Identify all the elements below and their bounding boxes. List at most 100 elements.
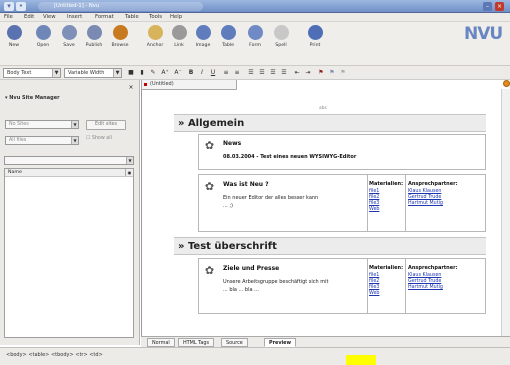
close-icon[interactable]: × <box>127 84 135 92</box>
anchor-button[interactable]: Anchor <box>143 23 167 58</box>
document-tab[interactable]: (Untitled) <box>141 80 237 90</box>
menu-file[interactable]: File <box>4 13 13 22</box>
save-icon <box>61 25 77 40</box>
news-detail-card[interactable]: ✿ Was ist Neu ? Ein neuer Editor der all… <box>198 174 486 232</box>
bullet-list-button[interactable]: ≡ <box>221 68 231 78</box>
web-link[interactable]: Web <box>369 207 379 212</box>
indent-button[interactable]: ⇥ <box>303 68 313 78</box>
image-button[interactable]: Image <box>191 23 215 58</box>
status-indicator-icon <box>503 80 510 87</box>
tab-html-tags[interactable]: HTML Tags <box>178 338 214 347</box>
filter-select[interactable]: All files ▼ <box>5 136 79 145</box>
table-marker: abs <box>319 106 327 111</box>
tab-normal[interactable]: Normal <box>147 338 175 347</box>
contact-link[interactable]: Klaus Klausen <box>408 189 441 194</box>
goals-card[interactable]: ✿ Ziele und Presse Unsere Arbeitsgruppe … <box>198 258 486 314</box>
contact-link[interactable]: Gertrud Trude <box>408 279 441 284</box>
site-select[interactable]: No Sites ▼ <box>5 120 79 129</box>
save-button[interactable]: Save <box>57 23 81 58</box>
title-bar: ▾ • [Untitled-1] - Nvu – × <box>0 0 510 13</box>
contact-link[interactable]: Gertrud Trude <box>408 195 441 200</box>
minimize-button[interactable]: – <box>483 2 492 11</box>
table-button[interactable]: Table <box>216 23 240 58</box>
file-link[interactable]: file3 <box>369 201 379 206</box>
spell-icon <box>273 25 289 40</box>
news-card[interactable]: ✿ News 08.03.2004 - Test eines neuen WYS… <box>198 134 486 170</box>
flag-icon[interactable]: ⚑ <box>316 68 326 78</box>
browse-button[interactable]: Browse <box>108 23 132 58</box>
align-left-button[interactable]: ☰ <box>246 68 256 78</box>
contact-link[interactable]: Hartmut Mutig <box>408 285 443 290</box>
section-heading[interactable]: » Allgemein <box>174 114 486 132</box>
bold-button[interactable]: B <box>186 68 196 78</box>
flag-icon-3[interactable]: ⚑ <box>338 68 348 78</box>
menu-format[interactable]: Format <box>95 13 114 22</box>
open-button[interactable]: Open <box>31 23 55 58</box>
tab-source[interactable]: Source <box>221 338 248 347</box>
list-options-icon[interactable]: ▣ <box>125 169 133 176</box>
edit-sites-button[interactable]: Edit sites <box>86 120 126 130</box>
image-icon <box>195 25 211 40</box>
butterfly-icon: ✿ <box>204 139 215 152</box>
menu-insert[interactable]: Insert <box>67 13 82 22</box>
list-header: Name ▣ <box>5 169 133 177</box>
file-link[interactable]: file2 <box>369 279 379 284</box>
close-button[interactable]: × <box>495 2 504 11</box>
highlight-button[interactable]: ▮ <box>137 68 147 78</box>
font-larger-button[interactable]: A⁺ <box>160 68 170 78</box>
text-color-button[interactable]: ■ <box>126 68 136 78</box>
font-select[interactable]: Variable Width ▼ <box>64 68 122 78</box>
publish-button[interactable]: Publish <box>82 23 106 58</box>
flag-icon-2[interactable]: ⚑ <box>327 68 337 78</box>
status-bar: <body> <table> <tbody> <tr> <td> <box>0 347 510 365</box>
menu-view[interactable]: View <box>43 13 56 22</box>
italic-button[interactable]: I <box>197 68 207 78</box>
menu-table[interactable]: Table <box>125 13 139 22</box>
print-button[interactable]: Print <box>303 23 327 58</box>
menu-help[interactable]: Help <box>170 13 182 22</box>
dropdown-arrow-icon: ▼ <box>71 137 78 144</box>
link-button[interactable]: Link <box>167 23 191 58</box>
butterfly-icon: ✿ <box>204 264 215 277</box>
link-icon <box>171 25 187 40</box>
browse-icon <box>112 25 128 40</box>
underline-button[interactable]: U <box>208 68 218 78</box>
site-file-list[interactable]: Name ▣ <box>4 168 134 338</box>
anchor-icon <box>147 25 163 40</box>
contact-link[interactable]: Hartmut Mutig <box>408 201 443 206</box>
new-button[interactable]: New <box>2 23 26 58</box>
section-heading[interactable]: » Test überschrift <box>174 237 486 255</box>
file-link[interactable]: file1 <box>369 189 379 194</box>
highlight-marker <box>346 355 376 365</box>
file-link[interactable]: file1 <box>369 273 379 278</box>
folder-select[interactable]: ▼ <box>4 156 134 165</box>
tab-preview[interactable]: Preview <box>264 338 297 347</box>
pin-button[interactable]: • <box>16 2 26 11</box>
menu-edit[interactable]: Edit <box>24 13 34 22</box>
menu-tools[interactable]: Tools <box>149 13 162 22</box>
dropdown-arrow-icon: ▼ <box>113 69 121 77</box>
file-link[interactable]: file2 <box>369 195 379 200</box>
new-icon <box>6 25 22 40</box>
vertical-scrollbar[interactable] <box>501 89 510 336</box>
align-center-button[interactable]: ☰ <box>257 68 267 78</box>
outdent-button[interactable]: ⇤ <box>292 68 302 78</box>
butterfly-icon: ✿ <box>204 180 215 193</box>
show-all-checkbox[interactable]: ☐ Show all <box>86 136 112 141</box>
form-button[interactable]: Form <box>243 23 267 58</box>
align-right-button[interactable]: ☰ <box>268 68 278 78</box>
print-icon <box>307 25 323 40</box>
web-link[interactable]: Web <box>369 291 379 296</box>
paragraph-style-select[interactable]: Body Text ▼ <box>3 68 61 78</box>
window-menu-button[interactable]: ▾ <box>4 2 14 11</box>
file-link[interactable]: file3 <box>369 285 379 290</box>
font-smaller-button[interactable]: A⁻ <box>173 68 183 78</box>
justify-button[interactable]: ☰ <box>279 68 289 78</box>
menu-bar: File Edit View Insert Format Table Tools… <box>0 13 510 22</box>
spell-button[interactable]: Spell <box>269 23 293 58</box>
dropdown-arrow-icon: ▼ <box>52 69 60 77</box>
contact-link[interactable]: Klaus Klausen <box>408 273 441 278</box>
edit-icon[interactable]: ✎ <box>148 68 158 78</box>
publish-icon <box>86 25 102 40</box>
number-list-button[interactable]: ≡ <box>232 68 242 78</box>
